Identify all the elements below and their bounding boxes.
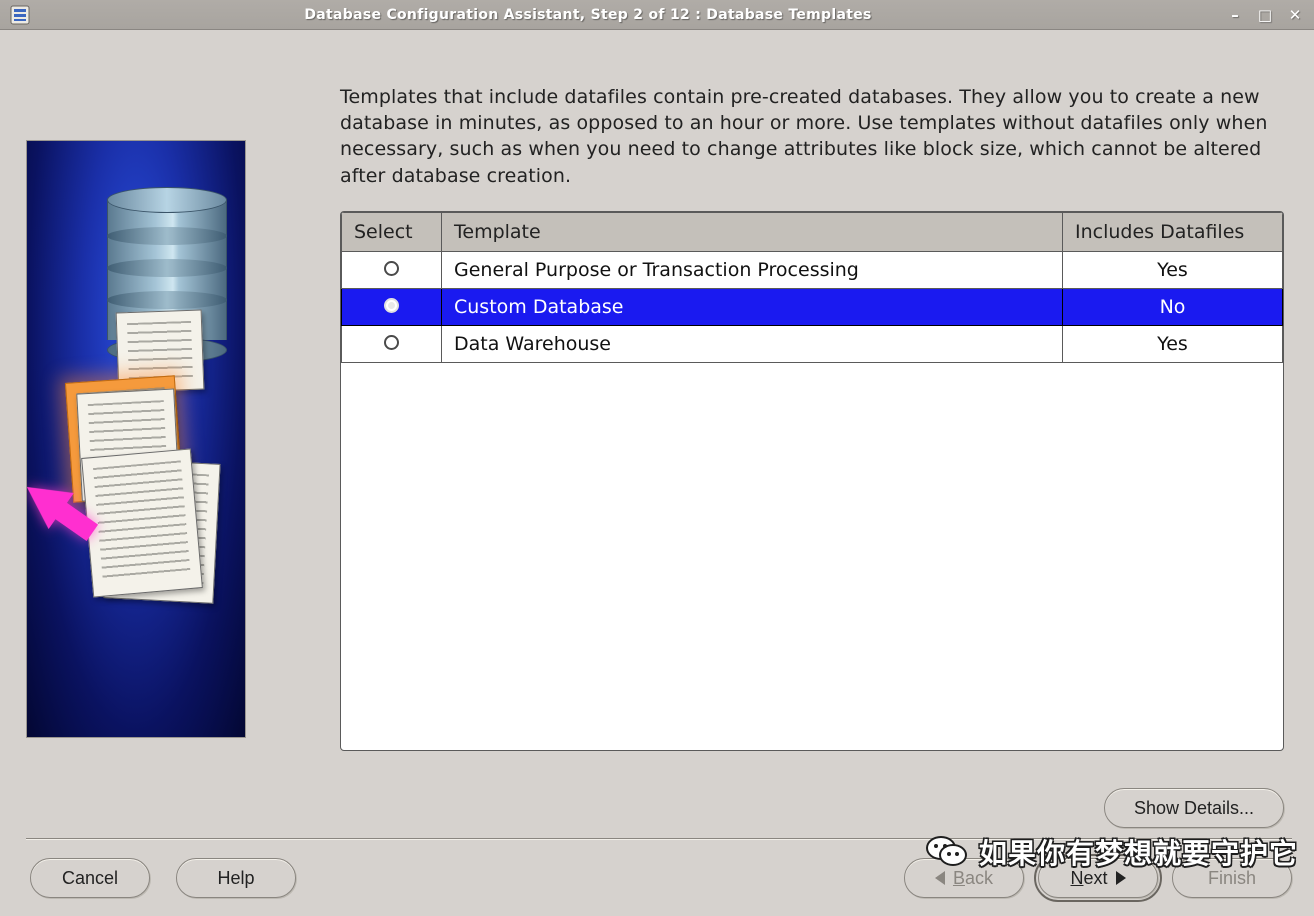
footer: Cancel Help Back Next Finish xyxy=(30,858,1292,898)
template-cell: General Purpose or Transaction Processin… xyxy=(442,251,1063,288)
main-panel: Templates that include datafiles contain… xyxy=(340,84,1284,751)
help-button[interactable]: Help xyxy=(176,858,296,898)
cancel-button[interactable]: Cancel xyxy=(30,858,150,898)
window-title: Database Configuration Assistant, Step 2… xyxy=(40,7,1226,23)
select-cell[interactable] xyxy=(342,288,442,325)
show-details-button[interactable]: Show Details... xyxy=(1104,788,1284,828)
finish-button[interactable]: Finish xyxy=(1172,858,1292,898)
table-row[interactable]: Data Warehouse Yes xyxy=(342,325,1283,362)
radio-icon[interactable] xyxy=(384,298,399,313)
col-header-template: Template xyxy=(442,212,1063,251)
show-details-area: Show Details... xyxy=(1104,788,1284,828)
radio-icon[interactable] xyxy=(384,261,399,276)
back-label: Back xyxy=(953,868,993,889)
back-button[interactable]: Back xyxy=(904,858,1024,898)
show-details-label: Show Details... xyxy=(1134,798,1254,819)
radio-icon[interactable] xyxy=(384,335,399,350)
help-label: Help xyxy=(217,868,254,889)
template-cell: Data Warehouse xyxy=(442,325,1063,362)
close-button[interactable]: ✕ xyxy=(1286,6,1304,24)
cancel-label: Cancel xyxy=(62,868,118,889)
titlebar: Database Configuration Assistant, Step 2… xyxy=(0,0,1314,30)
next-arrow-icon xyxy=(1116,871,1126,885)
next-label: Next xyxy=(1070,868,1107,889)
finish-label: Finish xyxy=(1208,868,1256,889)
template-cell: Custom Database xyxy=(442,288,1063,325)
back-arrow-icon xyxy=(935,871,945,885)
col-header-includes: Includes Datafiles xyxy=(1063,212,1283,251)
wizard-illustration xyxy=(26,140,246,738)
window-controls: – □ ✕ xyxy=(1226,6,1314,24)
includes-cell: No xyxy=(1063,288,1283,325)
app-icon xyxy=(0,0,40,30)
minimize-button[interactable]: – xyxy=(1226,6,1244,24)
table-header-row: Select Template Includes Datafiles xyxy=(342,212,1283,251)
description-text: Templates that include datafiles contain… xyxy=(340,84,1284,189)
templates-table: Select Template Includes Datafiles Gener… xyxy=(340,211,1284,751)
table-row[interactable]: General Purpose or Transaction Processin… xyxy=(342,251,1283,288)
select-cell[interactable] xyxy=(342,325,442,362)
select-cell[interactable] xyxy=(342,251,442,288)
next-button[interactable]: Next xyxy=(1038,858,1158,898)
table-row[interactable]: Custom Database No xyxy=(342,288,1283,325)
separator xyxy=(26,838,1292,840)
col-header-select: Select xyxy=(342,212,442,251)
includes-cell: Yes xyxy=(1063,251,1283,288)
maximize-button[interactable]: □ xyxy=(1256,6,1274,24)
content-area: Templates that include datafiles contain… xyxy=(0,30,1314,916)
includes-cell: Yes xyxy=(1063,325,1283,362)
